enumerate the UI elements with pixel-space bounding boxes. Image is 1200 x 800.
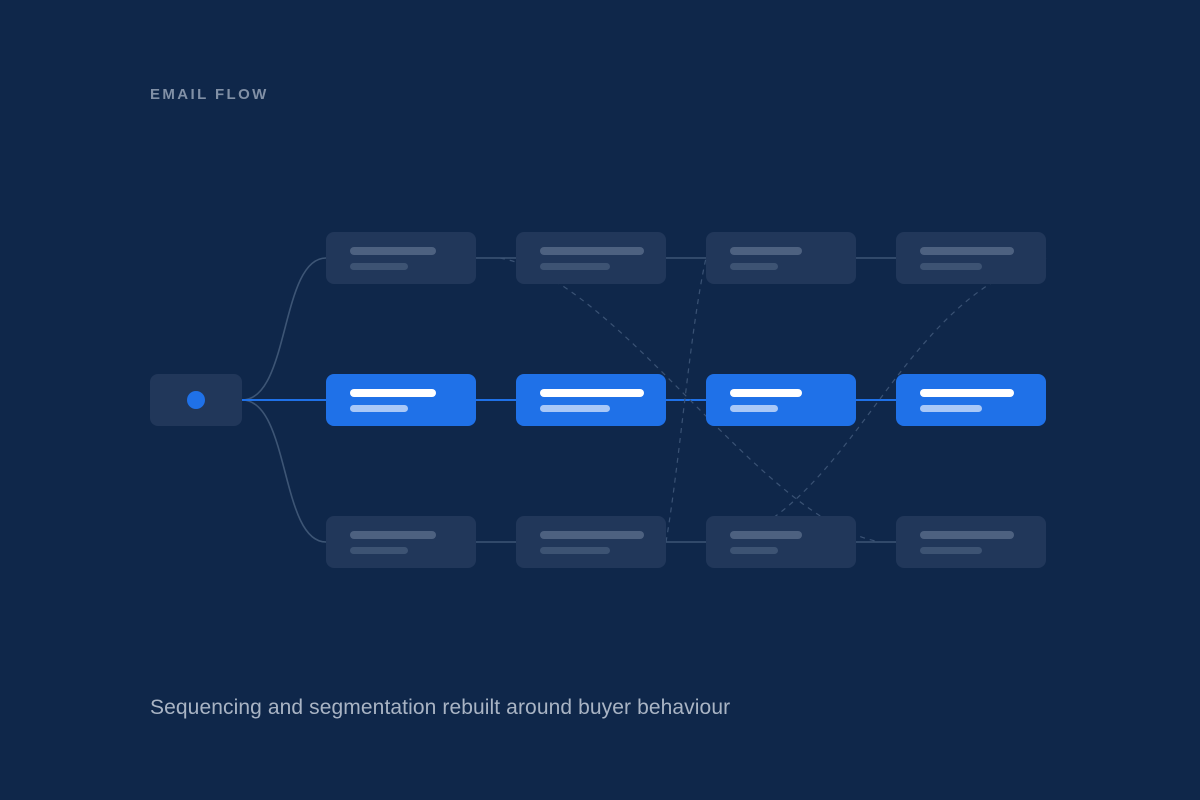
step-subtitle-bar	[730, 263, 778, 270]
step-title-bar	[540, 531, 644, 539]
step-node[interactable]	[326, 516, 476, 568]
branch-connector-top	[241, 257, 327, 401]
step-subtitle-bar	[920, 547, 982, 554]
step-subtitle-bar	[350, 263, 408, 270]
email-flow-diagram	[150, 232, 1047, 568]
step-title-bar	[730, 247, 802, 255]
step-title-bar	[920, 247, 1014, 255]
step-title-bar	[730, 389, 802, 397]
step-subtitle-bar	[540, 405, 610, 412]
step-node-active[interactable]	[326, 374, 476, 426]
step-title-bar	[350, 389, 436, 397]
step-node[interactable]	[516, 232, 666, 284]
step-title-bar	[540, 247, 644, 255]
step-node[interactable]	[706, 232, 856, 284]
step-node[interactable]	[896, 232, 1046, 284]
start-node[interactable]	[150, 374, 242, 426]
caption: Sequencing and segmentation rebuilt arou…	[150, 696, 731, 719]
step-node[interactable]	[516, 516, 666, 568]
step-title-bar	[920, 389, 1014, 397]
dot-icon	[187, 391, 205, 409]
step-title-bar	[350, 531, 436, 539]
step-subtitle-bar	[920, 405, 982, 412]
step-node-active[interactable]	[706, 374, 856, 426]
step-title-bar	[920, 531, 1014, 539]
step-node-active[interactable]	[516, 374, 666, 426]
step-node-active[interactable]	[896, 374, 1046, 426]
step-title-bar	[730, 531, 802, 539]
step-title-bar	[350, 247, 436, 255]
step-subtitle-bar	[730, 547, 778, 554]
step-subtitle-bar	[920, 263, 982, 270]
step-subtitle-bar	[350, 547, 408, 554]
step-node[interactable]	[896, 516, 1046, 568]
step-subtitle-bar	[540, 547, 610, 554]
branch-connectors	[241, 257, 327, 543]
step-subtitle-bar	[350, 405, 408, 412]
step-subtitle-bar	[730, 405, 778, 412]
step-node[interactable]	[326, 232, 476, 284]
step-node[interactable]	[706, 516, 856, 568]
step-subtitle-bar	[540, 263, 610, 270]
branch-connector-bottom	[241, 399, 327, 543]
step-title-bar	[540, 389, 644, 397]
